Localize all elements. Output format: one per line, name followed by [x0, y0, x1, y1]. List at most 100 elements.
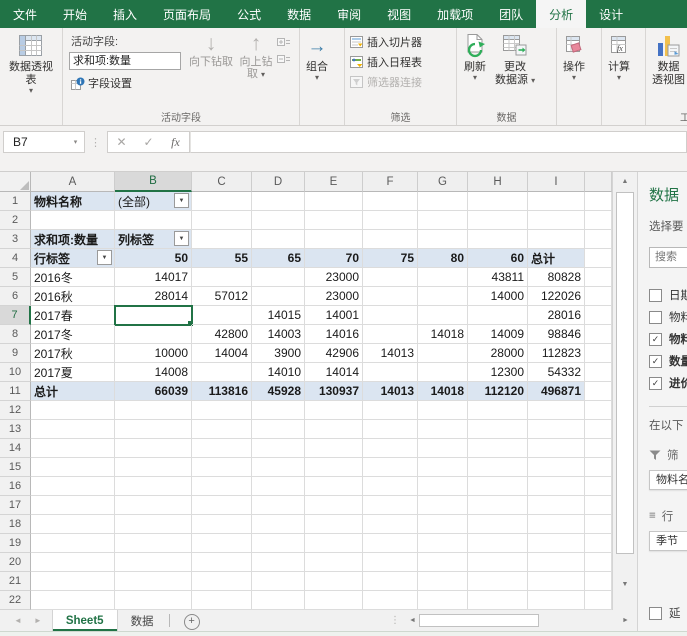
- cell-D21[interactable]: [252, 572, 305, 591]
- insert-function-icon[interactable]: fx: [162, 135, 189, 150]
- cell-F9[interactable]: 14013: [363, 344, 418, 363]
- scroll-right-icon[interactable]: ►: [619, 617, 632, 624]
- cell-C16[interactable]: [192, 477, 252, 496]
- cell-J3[interactable]: [585, 230, 612, 249]
- cell-B3[interactable]: 列标签▼: [115, 230, 192, 249]
- cell-C10[interactable]: [192, 363, 252, 382]
- horizontal-scrollbar[interactable]: ⋮ ◄ ►: [390, 613, 632, 628]
- cell-F15[interactable]: [363, 458, 418, 477]
- cell-G4[interactable]: 80: [418, 249, 468, 268]
- cell-D19[interactable]: [252, 534, 305, 553]
- cell-H12[interactable]: [468, 401, 528, 420]
- cell-J5[interactable]: [585, 268, 612, 287]
- cell-H11[interactable]: 112120: [468, 382, 528, 401]
- row-header-7[interactable]: 7: [0, 306, 31, 325]
- unchecked-checkbox[interactable]: [649, 311, 662, 324]
- cell-D14[interactable]: [252, 439, 305, 458]
- cell-E22[interactable]: [305, 591, 363, 610]
- cell-I18[interactable]: [528, 515, 585, 534]
- cell-I2[interactable]: [528, 211, 585, 230]
- formula-bar-grip-icon[interactable]: ⋮: [85, 136, 107, 149]
- cell-C11[interactable]: 113816: [192, 382, 252, 401]
- enter-icon[interactable]: ✓: [135, 135, 162, 149]
- cancel-icon[interactable]: ✕: [108, 135, 135, 149]
- cell-B13[interactable]: [115, 420, 192, 439]
- cell-E12[interactable]: [305, 401, 363, 420]
- cell-H3[interactable]: [468, 230, 528, 249]
- cell-H19[interactable]: [468, 534, 528, 553]
- filter-dropdown-icon[interactable]: ▼: [174, 231, 189, 246]
- cell-G20[interactable]: [418, 553, 468, 572]
- cell-B21[interactable]: [115, 572, 192, 591]
- cell-A5[interactable]: 2016冬: [31, 268, 115, 287]
- cell-E17[interactable]: [305, 496, 363, 515]
- cell-J2[interactable]: [585, 211, 612, 230]
- collapse-field-icon[interactable]: [277, 55, 291, 66]
- cell-C1[interactable]: [192, 192, 252, 211]
- cell-D18[interactable]: [252, 515, 305, 534]
- cell-F10[interactable]: [363, 363, 418, 382]
- col-header-A[interactable]: A: [31, 172, 115, 192]
- sheet-tab-sheet5[interactable]: Sheet5: [52, 610, 118, 631]
- cell-C3[interactable]: [192, 230, 252, 249]
- unchecked-checkbox[interactable]: [649, 289, 662, 302]
- cell-G16[interactable]: [418, 477, 468, 496]
- cell-B2[interactable]: [115, 211, 192, 230]
- active-field-input[interactable]: 求和项:数量: [69, 52, 181, 70]
- drill-up-button[interactable]: ↑ 向上钻 取 ▾: [235, 30, 277, 80]
- cell-B19[interactable]: [115, 534, 192, 553]
- cell-G6[interactable]: [418, 287, 468, 306]
- cell-H13[interactable]: [468, 420, 528, 439]
- cell-C2[interactable]: [192, 211, 252, 230]
- cell-B8[interactable]: [115, 325, 192, 344]
- scroll-left-icon[interactable]: ◄: [406, 617, 419, 624]
- cell-J17[interactable]: [585, 496, 612, 515]
- ribbon-tab-5[interactable]: 公式: [224, 0, 274, 28]
- cell-D7[interactable]: 14015: [252, 306, 305, 325]
- ribbon-tab-12[interactable]: 设计: [586, 0, 636, 28]
- cell-C8[interactable]: 42800: [192, 325, 252, 344]
- cell-E8[interactable]: 14016: [305, 325, 363, 344]
- cell-D17[interactable]: [252, 496, 305, 515]
- cell-E9[interactable]: 42906: [305, 344, 363, 363]
- cell-A6[interactable]: 2016秋: [31, 287, 115, 306]
- formula-input[interactable]: [190, 131, 687, 153]
- row-header-15[interactable]: 15: [0, 458, 31, 477]
- cell-F5[interactable]: [363, 268, 418, 287]
- col-header-H[interactable]: H: [468, 172, 528, 192]
- cell-F16[interactable]: [363, 477, 418, 496]
- sheet-tab-data[interactable]: 数据: [118, 610, 167, 631]
- cell-J8[interactable]: [585, 325, 612, 344]
- row-header-19[interactable]: 19: [0, 534, 31, 553]
- cell-E6[interactable]: 23000: [305, 287, 363, 306]
- cell-H7[interactable]: [468, 306, 528, 325]
- cell-C20[interactable]: [192, 553, 252, 572]
- select-all-corner[interactable]: [0, 172, 31, 192]
- cell-J10[interactable]: [585, 363, 612, 382]
- filter-dropdown-icon[interactable]: ▼: [97, 250, 112, 265]
- cell-J12[interactable]: [585, 401, 612, 420]
- name-box-dropdown-icon[interactable]: ▾: [67, 138, 84, 146]
- cell-H22[interactable]: [468, 591, 528, 610]
- cell-I11[interactable]: 496871: [528, 382, 585, 401]
- add-sheet-button[interactable]: +: [184, 614, 200, 630]
- vertical-scrollbar-thumb[interactable]: [616, 192, 634, 554]
- cell-I4[interactable]: 总计: [528, 249, 585, 268]
- cell-F20[interactable]: [363, 553, 418, 572]
- cell-B5[interactable]: 14017: [115, 268, 192, 287]
- cell-I20[interactable]: [528, 553, 585, 572]
- cell-A15[interactable]: [31, 458, 115, 477]
- cell-A14[interactable]: [31, 439, 115, 458]
- cell-D22[interactable]: [252, 591, 305, 610]
- row-header-22[interactable]: 22: [0, 591, 31, 610]
- cell-J22[interactable]: [585, 591, 612, 610]
- cell-C6[interactable]: 57012: [192, 287, 252, 306]
- checked-checkbox[interactable]: ✓: [649, 333, 662, 346]
- row-header-21[interactable]: 21: [0, 572, 31, 591]
- cell-H18[interactable]: [468, 515, 528, 534]
- cell-A3[interactable]: 求和项:数量: [31, 230, 115, 249]
- cell-D4[interactable]: 65: [252, 249, 305, 268]
- cell-J11[interactable]: [585, 382, 612, 401]
- cell-G1[interactable]: [418, 192, 468, 211]
- cell-A10[interactable]: 2017夏: [31, 363, 115, 382]
